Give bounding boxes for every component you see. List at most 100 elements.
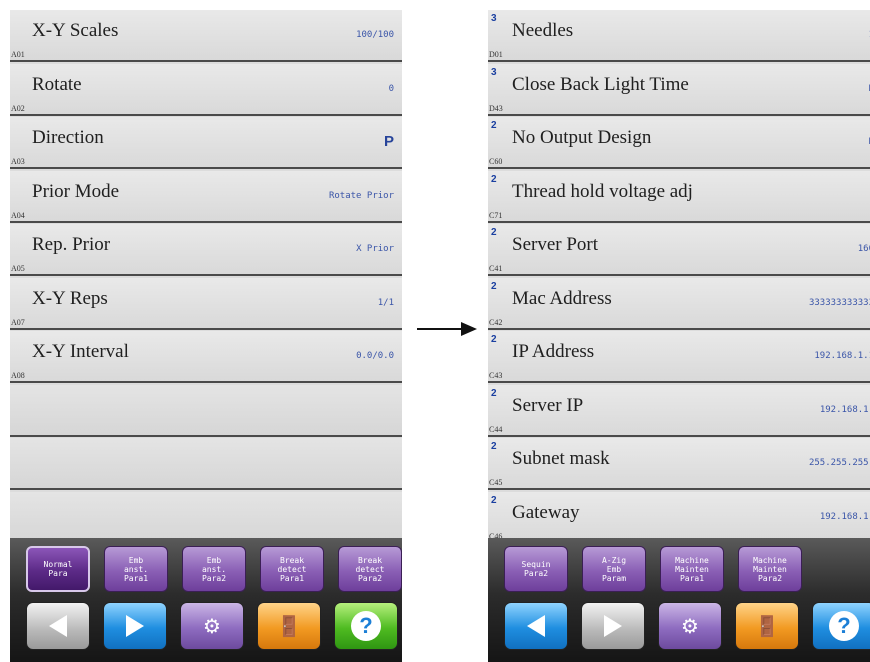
tab-button[interactable]: Emb anst. Para2 (182, 546, 246, 592)
parameter-name: X-Y Reps (32, 287, 108, 309)
parameter-row[interactable]: 2 Subnet mask C45 255.255.255. (488, 438, 870, 490)
parameter-value: 160 (857, 244, 870, 254)
access-level-icon: 3 (491, 66, 497, 78)
parameter-code: A05 (11, 264, 25, 273)
parameter-name: Thread hold voltage adj (512, 180, 693, 202)
parameter-name: Mac Address (512, 287, 612, 309)
tab-button[interactable]: Normal Para (26, 546, 90, 592)
right-footer: Sequin Para2 A-Zig Emb Param Machine Maint… (488, 538, 870, 662)
tab-button[interactable]: Break detect Para2 (338, 546, 402, 592)
parameter-row[interactable]: X-Y Interval A08 0.0/0.0 (10, 331, 402, 383)
parameter-value: 333333333333 (808, 297, 870, 308)
left-footer: Normal Para Emb anst. Para1 Emb anst. Para… (10, 538, 402, 662)
parameter-code: A01 (11, 50, 25, 59)
parameter-code: C42 (489, 317, 503, 327)
help-button[interactable]: ? (334, 602, 398, 650)
parameter-code: C60 (489, 157, 503, 166)
parameter-code: C71 (489, 210, 503, 220)
parameter-code: A08 (11, 371, 25, 380)
parameter-code: C44 (489, 424, 503, 434)
parameter-name: Gateway (512, 501, 580, 523)
access-level-icon: 2 (491, 494, 505, 507)
tab-button[interactable]: A-Zig Emb Param (582, 546, 646, 592)
left-parameter-screen: X-Y Scales A01 100/100 Rotate A02 0 Direction A… (10, 10, 402, 662)
help-icon: ? (351, 611, 381, 641)
right-tab-bar: Sequin Para2 A-Zig Emb Param Machine Maint… (504, 546, 802, 594)
parameter-row[interactable]: X-Y Scales A01 100/100 (10, 10, 402, 62)
parameter-row[interactable]: Direction A03 P (10, 117, 402, 169)
next-button[interactable] (103, 602, 167, 650)
parameter-row[interactable]: X-Y Reps A07 1/1 (10, 277, 402, 330)
right-nav-bar: ⚙ 🚪 ? (504, 602, 870, 650)
access-level-icon: 2 (491, 173, 505, 186)
prev-button[interactable] (26, 602, 90, 650)
parameter-value: Rotate Prior (328, 190, 394, 201)
parameter-code: A04 (11, 210, 25, 220)
settings-tool-icon: ⚙ (681, 614, 699, 638)
empty-row[interactable] (10, 384, 402, 437)
parameter-value: 1/1 (377, 297, 394, 308)
help-button[interactable]: ? (812, 602, 870, 650)
arrow-right-icon (126, 615, 144, 637)
parameter-name: Subnet mask (512, 448, 610, 469)
tab-button[interactable]: Emb anst. Para1 (104, 546, 168, 592)
parameter-code: C45 (489, 478, 503, 487)
parameter-row[interactable]: 2 Thread hold voltage adj C71 (488, 170, 870, 223)
parameter-value: 0.0/0.0 (356, 351, 394, 361)
parameter-value: P (383, 133, 394, 150)
parameter-code: A07 (11, 317, 25, 327)
exit-button[interactable]: 🚪 (735, 602, 799, 650)
access-level-icon: 3 (491, 13, 497, 24)
parameter-value: 0 (388, 83, 394, 94)
arrow-left-icon (527, 615, 545, 637)
parameter-row[interactable]: 2 Server IP C44 192.168.1. (488, 384, 870, 437)
exit-button[interactable]: 🚪 (257, 602, 321, 650)
parameter-row[interactable]: 3NeedlesD011 (488, 10, 870, 62)
parameter-row[interactable]: 3Close Back Light TimeD43N (488, 63, 870, 116)
settings-button[interactable]: ⚙ (658, 602, 722, 650)
parameter-value: 192.168.1. (819, 404, 870, 415)
parameter-name: Needles (512, 20, 574, 41)
parameter-row[interactable]: 2 Server Port C41 160 (488, 224, 870, 276)
parameter-name: No Output Design (512, 127, 652, 148)
parameter-code: C41 (489, 264, 503, 273)
parameter-name: X-Y Interval (32, 341, 129, 362)
parameter-name: Direction (32, 127, 104, 148)
tab-button[interactable]: Break detect Para1 (260, 546, 324, 592)
access-level-icon: 2 (491, 334, 505, 346)
empty-row[interactable] (10, 491, 402, 544)
parameter-value: 100/100 (356, 30, 394, 40)
tab-button[interactable]: Machine Mainten Para1 (660, 546, 724, 592)
left-nav-bar: ⚙ 🚪 ? (26, 602, 398, 650)
parameter-name: Server Port (512, 234, 599, 255)
tab-button[interactable]: Machine Mainten Para2 (738, 546, 802, 592)
parameter-row[interactable]: 2No Output DesignC60N (488, 117, 870, 169)
tab-button[interactable]: Sequin Para2 (504, 546, 568, 592)
exit-door-icon: 🚪 (754, 614, 780, 638)
next-button[interactable] (581, 602, 645, 650)
parameter-value: 255.255.255. (808, 458, 870, 468)
parameter-code: A03 (11, 157, 25, 166)
parameter-name: X-Y Scales (32, 20, 119, 41)
empty-row[interactable] (10, 438, 402, 490)
parameter-name: IP Address (512, 341, 595, 362)
parameter-row[interactable]: 2 IP Address C43 192.168.1.1 (488, 331, 870, 383)
arrow-left-icon (49, 615, 67, 637)
parameter-name: Prior Mode (32, 180, 120, 202)
arrow-right-icon (604, 615, 622, 637)
parameter-row[interactable]: Rotate A02 0 (10, 63, 402, 116)
parameter-name: Server IP (512, 394, 584, 416)
parameter-row[interactable]: 2 Mac Address C42 333333333333 (488, 277, 870, 330)
left-parameter-list: X-Y Scales A01 100/100 Rotate A02 0 Direction A… (10, 10, 402, 545)
parameter-code: D43 (489, 103, 503, 113)
settings-tool-icon: ⚙ (203, 614, 221, 638)
parameter-row[interactable]: 2 Gateway C46 192.168.1. (488, 491, 870, 544)
parameter-name: Close Back Light Time (512, 73, 689, 95)
parameter-row[interactable]: Rep. Prior A05 X Prior (10, 224, 402, 276)
prev-button[interactable] (504, 602, 568, 650)
parameter-name: Rotate (32, 73, 82, 95)
exit-door-icon: 🚪 (276, 614, 302, 638)
right-parameter-list: 3NeedlesD0113Close Back Light TimeD43N2N… (488, 10, 870, 545)
parameter-row[interactable]: Prior Mode A04 Rotate Prior (10, 170, 402, 223)
settings-button[interactable]: ⚙ (180, 602, 244, 650)
